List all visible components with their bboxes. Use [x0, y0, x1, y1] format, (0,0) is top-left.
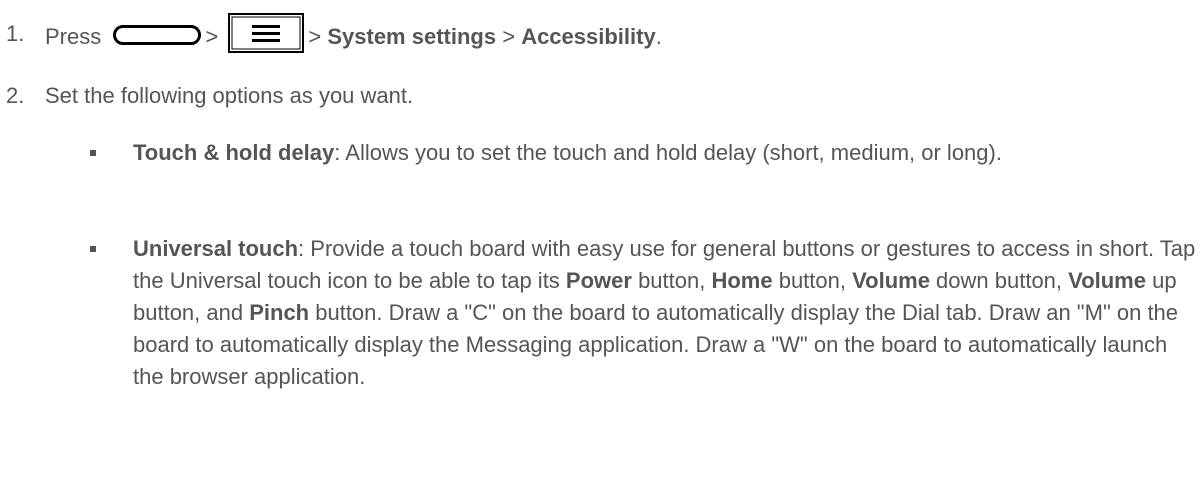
option-text: Touch & hold delay: Allows you to set th…: [133, 137, 1198, 169]
option-term: Touch & hold delay: [133, 140, 335, 165]
press-label: Press: [45, 23, 102, 49]
step-2-text: Set the following options as you want.: [45, 83, 414, 108]
menu-key-icon: [228, 13, 305, 53]
separator: >: [308, 23, 322, 49]
volume-down-label: Volume: [852, 268, 930, 293]
home-key-icon: [113, 25, 202, 45]
accessibility-label: Accessibility: [521, 23, 656, 49]
separator: >: [205, 23, 219, 49]
step-2: 2. Set the following options as you want…: [0, 80, 1204, 112]
separator: >: [502, 23, 516, 49]
power-label: Power: [565, 268, 632, 293]
system-settings-label: System settings: [327, 23, 497, 49]
step-1-text: Press > > System settings > Accessibilit…: [45, 13, 662, 58]
option-text: Universal touch: Provide a touch board w…: [133, 233, 1198, 393]
option-desc: : Allows you to set the touch and hold d…: [334, 140, 1002, 165]
step-number: 2.: [6, 83, 25, 108]
bullet-icon: [90, 246, 96, 252]
period: .: [655, 23, 662, 49]
option-term: Universal touch: [133, 236, 299, 261]
pinch-label: Pinch: [249, 300, 310, 325]
step-number: 1.: [6, 21, 25, 46]
step-1: 1. Press > > System settings > Accessibi…: [0, 13, 1204, 58]
option-universal-touch: Universal touch: Provide a touch board w…: [0, 233, 1204, 463]
option-desc: button,: [631, 268, 712, 293]
option-desc: down button,: [929, 268, 1069, 293]
option-desc: button,: [772, 268, 853, 293]
option-touch-hold-delay: Touch & hold delay: Allows you to set th…: [0, 137, 1204, 207]
home-label: Home: [711, 268, 773, 293]
bullet-icon: [90, 150, 96, 156]
volume-up-label: Volume: [1068, 268, 1146, 293]
